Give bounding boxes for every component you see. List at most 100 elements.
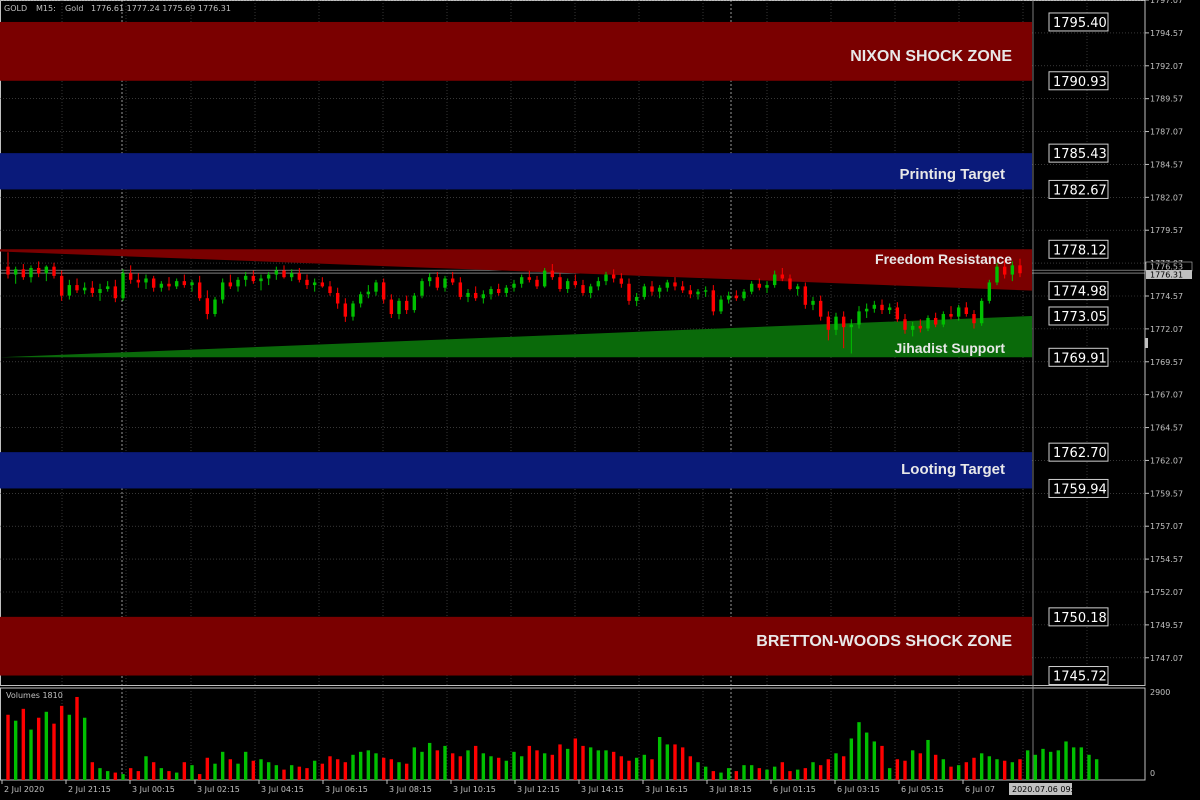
candle [213, 296, 217, 317]
volume-bar [90, 762, 95, 780]
volume-bar [59, 705, 64, 780]
volume-bar [742, 765, 746, 780]
volume-bar [995, 759, 999, 780]
volume-bar [397, 762, 401, 780]
volume-bar [719, 772, 723, 780]
volume-bar [918, 753, 923, 780]
volume-bar [182, 762, 187, 780]
chart-background [0, 0, 1200, 800]
volume-bar [933, 754, 938, 780]
volume-bar [657, 737, 662, 780]
volume-bar [366, 750, 371, 780]
candle [979, 298, 984, 326]
volume-bar [1071, 747, 1076, 780]
volume-bar [535, 750, 539, 780]
x-tick-label: 6 Jul 03:15 [837, 785, 880, 794]
zone-label-nixon: NIXON SHOCK ZONE [850, 48, 1012, 65]
volume-bar [542, 753, 547, 780]
y-tick-label: 1764.57 [1150, 424, 1183, 433]
volume-bar [1056, 750, 1061, 780]
volume-bar [1094, 759, 1099, 780]
volume-bar [872, 741, 877, 780]
x-tick-label: 6 Jul 07 [965, 785, 995, 794]
volume-bar [1087, 754, 1091, 780]
x-tick-label: 6 Jul 05:15 [901, 785, 944, 794]
volume-bar [151, 762, 156, 780]
volume-bar [1025, 750, 1030, 780]
volume-bar [642, 754, 647, 780]
volume-bar [197, 774, 202, 780]
volume-bar [1010, 762, 1015, 780]
volume-bar [895, 759, 900, 780]
volume-bar [412, 747, 417, 780]
y-tick-label: 1749.57 [1150, 621, 1183, 630]
price-level-label: 1745.72 [1048, 666, 1109, 686]
volume-bar [749, 765, 754, 780]
volume-bar [857, 722, 861, 780]
volume-bar [1041, 748, 1045, 780]
volume-bar [565, 748, 570, 780]
volume-bar [788, 771, 792, 780]
volume-bar [864, 732, 869, 780]
volume-bar [335, 759, 340, 780]
volume-bar [420, 751, 424, 780]
current-price-bid: 1776.31 [1146, 270, 1192, 280]
price-chart[interactable]: NIXON SHOCK ZONE Printing Target Freedom R… [0, 0, 1200, 800]
zone-label-jihadist: Jihadist Support [895, 340, 1006, 356]
volume-bar [734, 771, 739, 780]
volume-bar [619, 756, 624, 780]
price-level-label: 1773.05 [1048, 306, 1109, 326]
volume-bar [956, 765, 961, 780]
price-level-label: 1795.40 [1048, 12, 1109, 32]
volume-bar [136, 771, 141, 780]
volume-bar [573, 738, 578, 780]
volume-bar [1033, 754, 1038, 780]
volume-bar [680, 747, 685, 780]
price-level-label: 1769.91 [1048, 347, 1109, 367]
volume-bar [703, 766, 708, 780]
price-axis: 1797.07 1794.57 1792.07 1789.57 1787.07 1784.… [1145, 0, 1183, 663]
volume-bar [427, 742, 432, 780]
volume-bar [519, 756, 524, 780]
x-tick-label: 3 Jul 00:15 [132, 785, 175, 794]
volume-bar [381, 757, 386, 780]
candle [412, 292, 417, 313]
volume-bar [550, 754, 555, 780]
zone-printing [0, 153, 1032, 190]
volume-bar [887, 768, 892, 780]
volume-bar [964, 762, 969, 780]
volume-bar [841, 756, 846, 780]
volume-bar [443, 745, 447, 780]
svg-text:1762.70: 1762.70 [1053, 446, 1107, 461]
volume-bar [343, 762, 348, 780]
volume-bar [236, 763, 240, 780]
volume-bar [481, 753, 486, 780]
svg-text:1776.31: 1776.31 [1150, 271, 1183, 280]
candle [542, 267, 547, 288]
volume-bar [351, 754, 355, 780]
volume-bar [1002, 760, 1007, 780]
x-tick-label: 3 Jul 08:15 [389, 785, 432, 794]
y-tick-label: 1789.57 [1150, 95, 1183, 104]
volume-bar [220, 751, 225, 780]
y-tick-label: 1779.57 [1150, 226, 1183, 235]
volume-bar [75, 696, 79, 780]
volume-bar [634, 757, 639, 780]
svg-text:1773.05: 1773.05 [1053, 310, 1107, 325]
volume-bar [972, 757, 976, 780]
volume-bar [52, 723, 56, 780]
volume-bar [818, 765, 823, 780]
vertical-scroll-handle[interactable] [1145, 338, 1148, 348]
time-label-box: 2020.07.06 09:29 [1009, 783, 1083, 795]
volume-bar [780, 762, 785, 780]
volume-bar [765, 769, 769, 780]
svg-text:1745.72: 1745.72 [1053, 670, 1107, 685]
volume-bar [312, 760, 317, 780]
y-tick-label: 1792.07 [1150, 62, 1183, 71]
y-tick-label: 1759.57 [1150, 489, 1183, 498]
volume-bar [404, 763, 409, 780]
y-tick-label: 1782.07 [1150, 193, 1183, 202]
chart-header-timeframe: M15: [36, 4, 56, 13]
volume-bar [228, 759, 233, 780]
volume-bar [688, 756, 693, 780]
